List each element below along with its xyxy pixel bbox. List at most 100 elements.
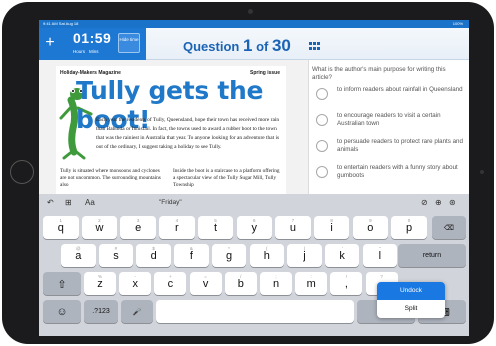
letter-key[interactable]: " l: [362, 244, 398, 267]
dictation-key[interactable]: 🎤: [121, 300, 153, 323]
letter-key[interactable]: (h: [249, 244, 284, 267]
key-char: r: [175, 222, 179, 234]
key-char: n: [272, 278, 280, 290]
key-char: ,: [344, 278, 348, 290]
letter-key[interactable]: 8i: [313, 216, 350, 239]
letter-key[interactable]: $ d: [136, 244, 171, 267]
key-char: w: [95, 222, 104, 234]
key-char: f: [189, 250, 193, 262]
check-icon[interactable]: ⊘: [421, 198, 428, 207]
letter-key[interactable]: + c: [154, 272, 187, 295]
letter-key[interactable]: !,: [330, 272, 363, 295]
side-sensor: [480, 170, 484, 174]
radio-button[interactable]: [316, 166, 328, 178]
key-char: a: [75, 250, 82, 262]
letter-key[interactable]: 2w: [81, 216, 118, 239]
format-button[interactable]: Aa: [85, 198, 95, 207]
key-char: k: [339, 250, 345, 262]
timer-panel: 01:59 Hours Mins Hide time: [61, 28, 146, 60]
plus-circle-icon[interactable]: ⊕: [435, 198, 442, 207]
letter-key[interactable]: = v: [189, 272, 222, 295]
status-time: 9:41 AM Sat Aug 18: [43, 21, 79, 26]
letter-key[interactable]: :m: [295, 272, 328, 295]
article-column-1: Tully is situated where monsoons and cyc…: [60, 168, 161, 188]
letter-key[interactable]: * g: [211, 244, 247, 267]
letter-key[interactable]: & f: [174, 244, 209, 267]
home-button[interactable]: [10, 160, 34, 184]
key-char: v: [202, 278, 209, 290]
shift-icon: ⇧: [57, 279, 67, 291]
key-char: t: [214, 222, 218, 234]
letter-key[interactable]: 3e: [120, 216, 156, 239]
key-char: c: [167, 278, 174, 290]
question-prompt: What is the author's main purpose for wr…: [312, 66, 446, 81]
answer-text: to persuade readers to protect rare plan…: [337, 138, 463, 153]
key-char: z: [97, 278, 103, 290]
radio-button[interactable]: [316, 114, 328, 126]
answer-text: to inform readers about rainfall in Quee…: [337, 86, 463, 93]
article-page: Holiday-Makers Magazine Spring issue Tul…: [56, 66, 286, 194]
radio-button[interactable]: [316, 140, 328, 152]
shift-key[interactable]: ⇧: [43, 272, 81, 295]
letter-key[interactable]: ; n: [260, 272, 292, 295]
question-of: of: [256, 39, 269, 54]
status-bar: 9:41 AM Sat Aug 18 100%: [39, 20, 469, 28]
question-panel: What is the author's main purpose for wr…: [310, 60, 469, 194]
answer-text: to encourage readers to visit a certain …: [337, 112, 441, 127]
key-char: y: [251, 222, 258, 234]
key-char: d: [150, 250, 157, 262]
letter-key[interactable]: % z: [84, 272, 116, 295]
key-char: m: [306, 278, 316, 290]
timer-mins-label: Mins: [89, 49, 99, 54]
backspace-key[interactable]: ⌫: [432, 216, 466, 239]
letter-key[interactable]: / b: [224, 272, 257, 295]
backspace-icon: ⌫: [444, 225, 454, 232]
numbers-key-left[interactable]: .?123: [84, 300, 118, 323]
question-total: 30: [271, 36, 291, 55]
letter-key[interactable]: # s: [98, 244, 134, 267]
key-char: j: [303, 250, 306, 262]
letter-key[interactable]: -x: [119, 272, 152, 295]
battery-indicator: 100%: [452, 21, 463, 26]
split-option[interactable]: Split: [377, 300, 445, 318]
timer-value: 01:59: [73, 30, 112, 46]
letter-key[interactable]: @ a: [61, 244, 96, 267]
question-prefix: Question: [183, 39, 240, 54]
key-char: g: [225, 250, 233, 262]
radio-button[interactable]: [316, 88, 328, 100]
predictive-suggestion[interactable]: "Friday": [159, 199, 182, 206]
key-char: h: [263, 250, 270, 262]
letter-key[interactable]: 6y: [236, 216, 272, 239]
key-char: s: [113, 250, 119, 262]
return-key[interactable]: return: [398, 244, 466, 267]
letter-key[interactable]: ' k: [324, 244, 360, 267]
question-grid-icon[interactable]: [309, 42, 320, 50]
article-column-2: Inside the boot is a staircase to a plat…: [173, 168, 280, 188]
letter-key[interactable]: 7u: [275, 216, 311, 239]
add-button[interactable]: +: [39, 28, 61, 60]
grid-icon[interactable]: ⊞: [65, 198, 72, 207]
key-char: p: [405, 222, 413, 234]
microphone-icon: 🎤: [132, 309, 142, 316]
emoji-key[interactable]: ☺: [43, 300, 81, 323]
letter-key[interactable]: 9o: [352, 216, 389, 239]
letter-key[interactable]: 5t: [197, 216, 234, 239]
key-char: x: [132, 278, 138, 290]
key-char: e: [135, 222, 142, 234]
key-char: q: [57, 222, 64, 234]
ipad-frame: 9:41 AM Sat Aug 18 100% + 01:59 Hours Mi…: [2, 2, 494, 344]
screen: 9:41 AM Sat Aug 18 100% + 01:59 Hours Mi…: [39, 20, 469, 336]
undo-icon[interactable]: ↶: [47, 198, 54, 207]
undock-option[interactable]: Undock: [377, 282, 445, 300]
answer-text: to entertain readers with a funny story …: [337, 164, 458, 179]
article-paragraph: Each year the residents of Tully, Queens…: [96, 117, 280, 150]
letter-key[interactable]: 1q: [43, 216, 79, 239]
space-bar[interactable]: [156, 300, 354, 323]
hide-time-button[interactable]: Hide time: [118, 33, 140, 53]
letter-key[interactable]: 0p: [391, 216, 427, 239]
pen-icon[interactable]: ⊛: [449, 198, 456, 207]
letter-key[interactable]: 4r: [159, 216, 195, 239]
timer-hours-label: Hours: [73, 49, 86, 54]
key-char: i: [330, 222, 333, 234]
letter-key[interactable]: ) j: [287, 244, 322, 267]
